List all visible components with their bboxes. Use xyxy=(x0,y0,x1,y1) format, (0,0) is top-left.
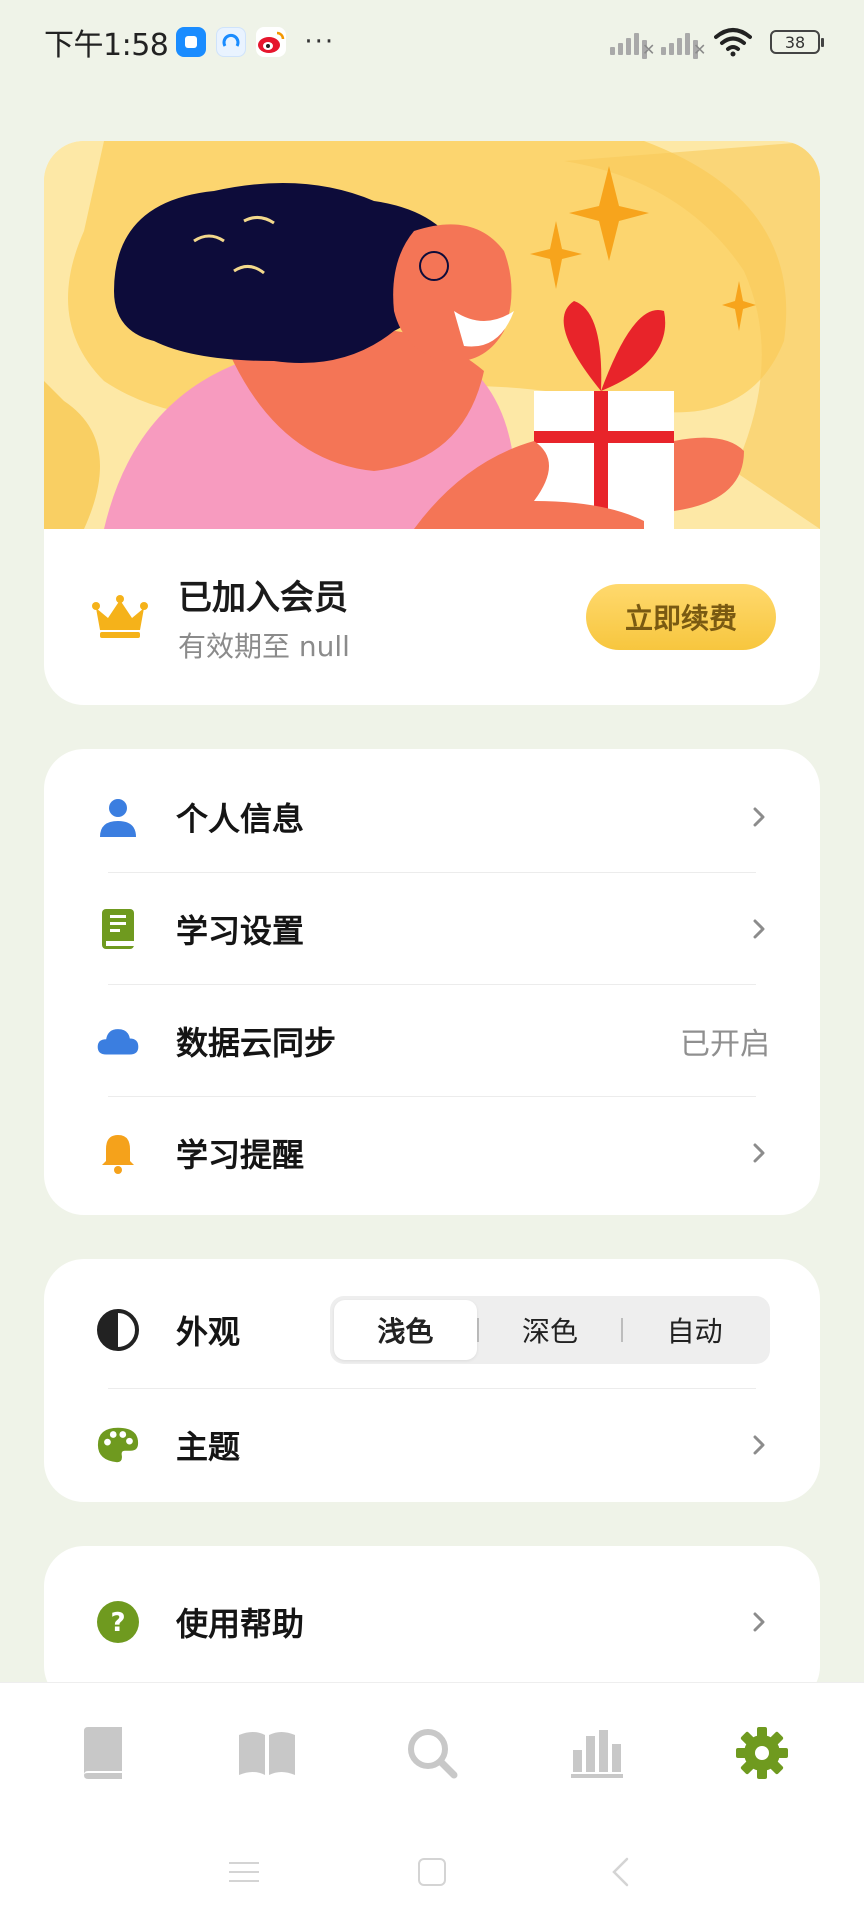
browser-notification-icon xyxy=(216,27,247,57)
chevron-right-icon xyxy=(753,1435,765,1454)
settings-item-label: 个人信息 xyxy=(176,799,305,838)
weibo-icon xyxy=(256,27,287,57)
battery-indicator: 38 xyxy=(770,30,824,54)
settings-item-study-settings[interactable]: 学习设置 xyxy=(44,873,820,984)
nav-stats-tab[interactable] xyxy=(537,1703,657,1803)
settings-item-theme[interactable]: 主题 xyxy=(44,1389,820,1500)
notebook-icon xyxy=(96,907,140,951)
chevron-right-icon xyxy=(753,807,765,826)
nav-reading-tab[interactable] xyxy=(207,1703,327,1803)
system-navigation-bar xyxy=(0,1823,864,1920)
open-book-icon xyxy=(239,1732,296,1775)
status-bar: 下午1:58 ··· ✕ ✕ 38 xyxy=(0,0,864,84)
appearance-option-light[interactable]: 浅色 xyxy=(334,1299,477,1360)
settings-item-study-reminder[interactable]: 学习提醒 xyxy=(44,1097,820,1208)
crown-icon xyxy=(92,595,148,638)
chevron-right-icon xyxy=(753,919,765,938)
home-nav-button[interactable] xyxy=(412,1852,452,1892)
svg-text:?: ? xyxy=(110,1608,125,1638)
membership-status-row: 已加入会员 有效期至 null 立即续费 xyxy=(44,529,820,705)
settings-item-label: 学习提醒 xyxy=(176,1135,305,1174)
more-notifications-icon: ··· xyxy=(304,27,336,57)
system-status: ✕ ✕ 38 xyxy=(610,27,824,59)
bar-chart-icon xyxy=(570,1730,623,1778)
appearance-segmented-control: 浅色 深色 自动 xyxy=(330,1295,770,1364)
menu-nav-button[interactable] xyxy=(224,1852,264,1892)
chevron-right-icon xyxy=(753,1143,765,1162)
appearance-option-dark[interactable]: 深色 xyxy=(479,1300,622,1360)
appearance-row: 外观 浅色 深色 自动 xyxy=(44,1271,820,1388)
palette-icon xyxy=(96,1423,140,1467)
home-square-icon xyxy=(418,1858,446,1886)
chevron-right-icon xyxy=(753,1612,765,1631)
cloud-icon xyxy=(96,1019,140,1063)
back-icon xyxy=(612,1857,629,1887)
theme-label: 主题 xyxy=(176,1427,241,1466)
signal-icon-2: ✕ xyxy=(661,29,706,59)
nav-settings-tab[interactable] xyxy=(702,1703,822,1803)
back-nav-button[interactable] xyxy=(600,1852,640,1892)
settings-item-cloud-sync[interactable]: 数据云同步 已开启 xyxy=(44,985,820,1096)
appearance-option-auto[interactable]: 自动 xyxy=(623,1300,766,1360)
bell-icon xyxy=(96,1131,140,1175)
nav-search-tab[interactable] xyxy=(372,1703,492,1803)
gear-icon xyxy=(735,1727,788,1779)
help-label: 使用帮助 xyxy=(176,1604,305,1643)
settings-item-label: 学习设置 xyxy=(176,911,305,950)
app-notification-icon xyxy=(176,27,207,57)
appearance-label: 外观 xyxy=(176,1312,241,1351)
signal-icon: ✕ xyxy=(610,29,655,59)
membership-expiry: 有效期至 null xyxy=(178,629,350,663)
wifi-icon xyxy=(714,28,752,57)
membership-title: 已加入会员 xyxy=(178,577,348,618)
person-icon xyxy=(96,795,140,839)
appearance-card: 外观 浅色 深色 自动 主题 xyxy=(44,1259,820,1502)
bottom-navigation xyxy=(0,1682,864,1920)
settings-card: 个人信息 学习设置 数据云同步 已开启 学习提醒 xyxy=(44,749,820,1215)
question-icon: ? xyxy=(96,1600,140,1644)
settings-item-label: 数据云同步 xyxy=(176,1023,337,1062)
membership-card: 已加入会员 有效期至 null 立即续费 xyxy=(44,141,820,705)
nav-book-tab[interactable] xyxy=(42,1703,162,1803)
search-icon xyxy=(407,1729,458,1779)
status-time: 下午1:58 xyxy=(44,28,169,63)
notification-icons xyxy=(176,27,287,57)
contrast-icon xyxy=(96,1308,140,1352)
settings-item-profile[interactable]: 个人信息 xyxy=(44,761,820,872)
cloud-sync-status: 已开启 xyxy=(680,1026,770,1062)
renew-button[interactable]: 立即续费 xyxy=(586,584,776,650)
membership-banner-illustration xyxy=(44,141,820,529)
book-icon xyxy=(84,1727,123,1779)
menu-icon xyxy=(229,1862,259,1882)
settings-item-help[interactable]: ? 使用帮助 xyxy=(44,1566,820,1677)
